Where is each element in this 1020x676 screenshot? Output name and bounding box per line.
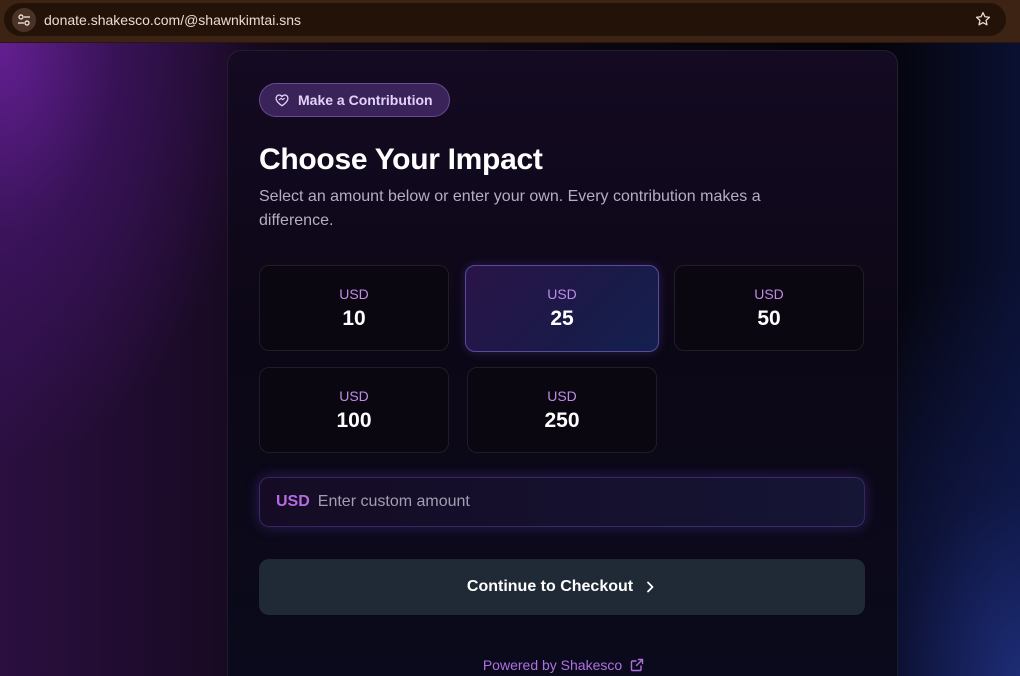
browser-toolbar: donate.shakesco.com/@shawnkimtai.sns [0, 0, 1020, 43]
address-bar[interactable]: donate.shakesco.com/@shawnkimtai.sns [4, 3, 1006, 36]
amount-option-10[interactable]: USD 10 [259, 265, 449, 351]
amount-currency: USD [339, 285, 369, 302]
heart-handshake-icon [275, 94, 289, 107]
custom-amount-currency: USD [276, 493, 310, 510]
badge-label: Make a Contribution [298, 92, 433, 108]
amount-value: 50 [757, 306, 781, 330]
external-link-icon [630, 658, 644, 672]
continue-to-checkout-button[interactable]: Continue to Checkout [259, 559, 865, 615]
amount-currency: USD [547, 387, 577, 404]
amount-option-50[interactable]: USD 50 [674, 265, 864, 351]
amount-value: 10 [342, 306, 366, 330]
site-info-button[interactable] [12, 7, 36, 32]
powered-by-link[interactable]: Powered by Shakesco [228, 657, 899, 673]
chevron-right-icon [647, 581, 654, 593]
page-title: Choose Your Impact [259, 143, 543, 176]
url-text[interactable]: donate.shakesco.com/@shawnkimtai.sns [44, 12, 301, 28]
amount-option-250[interactable]: USD 250 [467, 367, 657, 453]
tune-icon [18, 13, 30, 26]
amount-currency: USD [547, 286, 577, 302]
amount-value: 250 [544, 408, 580, 432]
amount-currency: USD [339, 387, 369, 404]
page-subtitle: Select an amount below or enter your own… [259, 188, 761, 229]
amount-option-100[interactable]: USD 100 [259, 367, 449, 453]
custom-amount-field[interactable]: USD [259, 477, 865, 527]
amount-currency: USD [754, 285, 784, 302]
contribution-badge: Make a Contribution [259, 83, 450, 117]
powered-by-label: Powered by Shakesco [482, 657, 623, 673]
amount-value: 25 [550, 307, 574, 330]
custom-amount-input[interactable] [317, 493, 838, 511]
amount-option-25[interactable]: USD 25 [465, 265, 659, 352]
amount-value: 100 [336, 408, 372, 432]
checkout-button-label: Continue to Checkout [466, 578, 634, 595]
star-icon[interactable] [974, 10, 992, 28]
donation-card: Make a Contribution Choose Your Impact S… [227, 50, 898, 676]
page-background: Make a Contribution Choose Your Impact S… [0, 43, 1020, 676]
